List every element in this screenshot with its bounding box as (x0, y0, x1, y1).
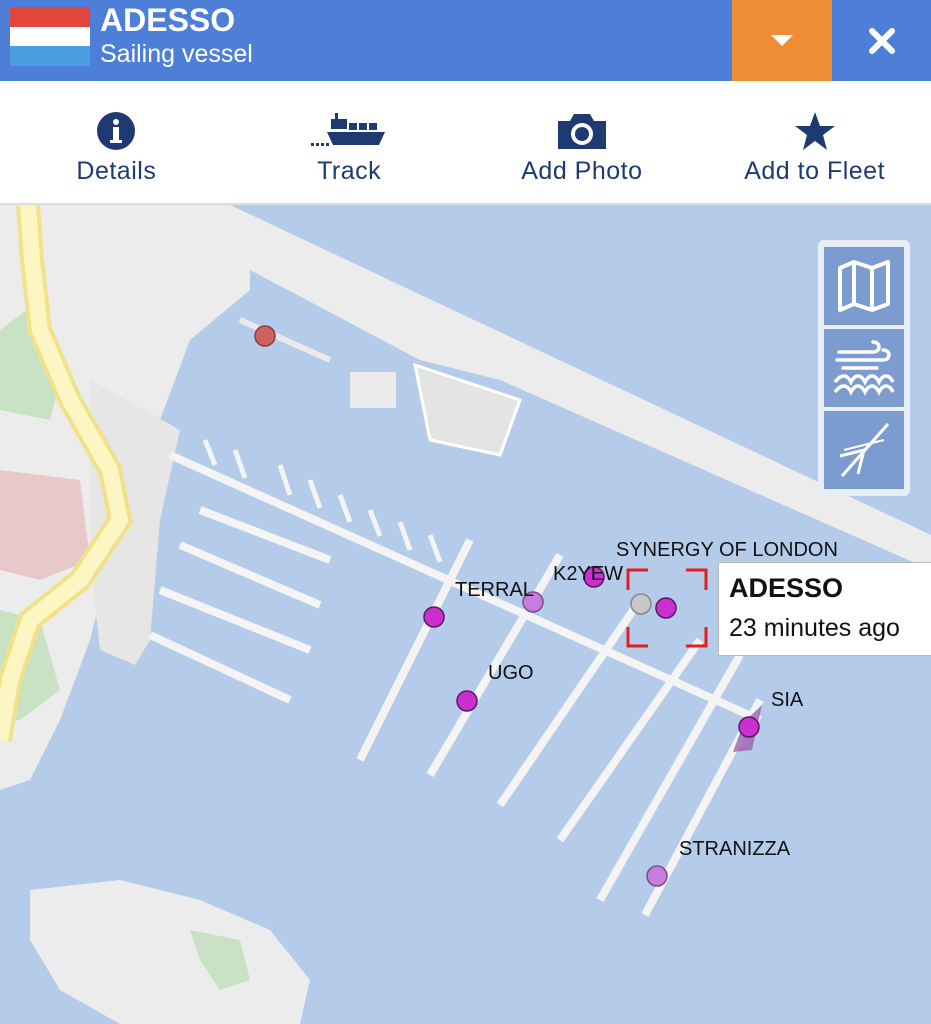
info-icon (97, 112, 136, 150)
star-icon (794, 112, 835, 150)
popup-vessel-name: ADESSO (729, 573, 844, 603)
expand-dropdown-button[interactable] (732, 0, 832, 81)
add-to-fleet-label: Add to Fleet (744, 157, 886, 185)
add-to-fleet-button[interactable]: Add to Fleet (698, 81, 931, 203)
vessel-marker-sia[interactable] (738, 716, 760, 738)
vessel-label-terral: TERRAL (455, 579, 534, 601)
vessel-marker-stranizza[interactable] (646, 865, 668, 887)
vessel-label-stranizza: STRANIZZA (679, 838, 791, 860)
chevron-down-icon (771, 34, 793, 46)
vessel-label-synergy: SYNERGY OF LONDON (616, 539, 838, 561)
details-label: Details (76, 157, 157, 185)
vessel-marker-adesso[interactable] (655, 597, 677, 619)
vessel-header: ADESSO Sailing vessel (0, 0, 931, 81)
map-controls-panel (818, 240, 910, 496)
add-photo-button[interactable]: Add Photo (466, 81, 699, 203)
vessel-popup[interactable]: ADESSO 23 minutes ago (718, 562, 931, 656)
vessel-label-sia: SIA (771, 689, 804, 711)
weather-icon (833, 340, 895, 396)
add-photo-label: Add Photo (521, 157, 643, 185)
measure-tool-button[interactable] (824, 411, 904, 489)
flag-icon (10, 7, 90, 66)
vessel-marker[interactable] (254, 325, 276, 347)
vessel-name: ADESSO (100, 2, 236, 38)
track-label: Track (317, 157, 382, 185)
vessel-type: Sailing vessel (100, 40, 253, 68)
vessel-marker-grey[interactable] (630, 593, 652, 615)
close-button[interactable] (832, 0, 931, 81)
details-button[interactable]: Details (0, 81, 233, 203)
vessel-label-ugo: UGO (488, 662, 534, 684)
camera-icon (557, 114, 606, 149)
vessel-marker-terral-near[interactable] (423, 606, 445, 628)
map-layers-icon (838, 260, 890, 312)
vessel-label-k2yew: K2YEW (553, 563, 623, 585)
popup-last-seen: 23 minutes ago (729, 614, 900, 642)
ship-track-icon (311, 113, 386, 146)
action-toolbar: Details Track Add Photo Add to Fleet (0, 81, 931, 205)
close-icon (868, 27, 895, 54)
weather-layer-button[interactable] (824, 329, 904, 407)
measure-icon (839, 423, 890, 477)
map-layers-button[interactable] (824, 247, 904, 325)
track-button[interactable]: Track (233, 81, 466, 203)
vessel-marker-ugo[interactable] (456, 690, 478, 712)
